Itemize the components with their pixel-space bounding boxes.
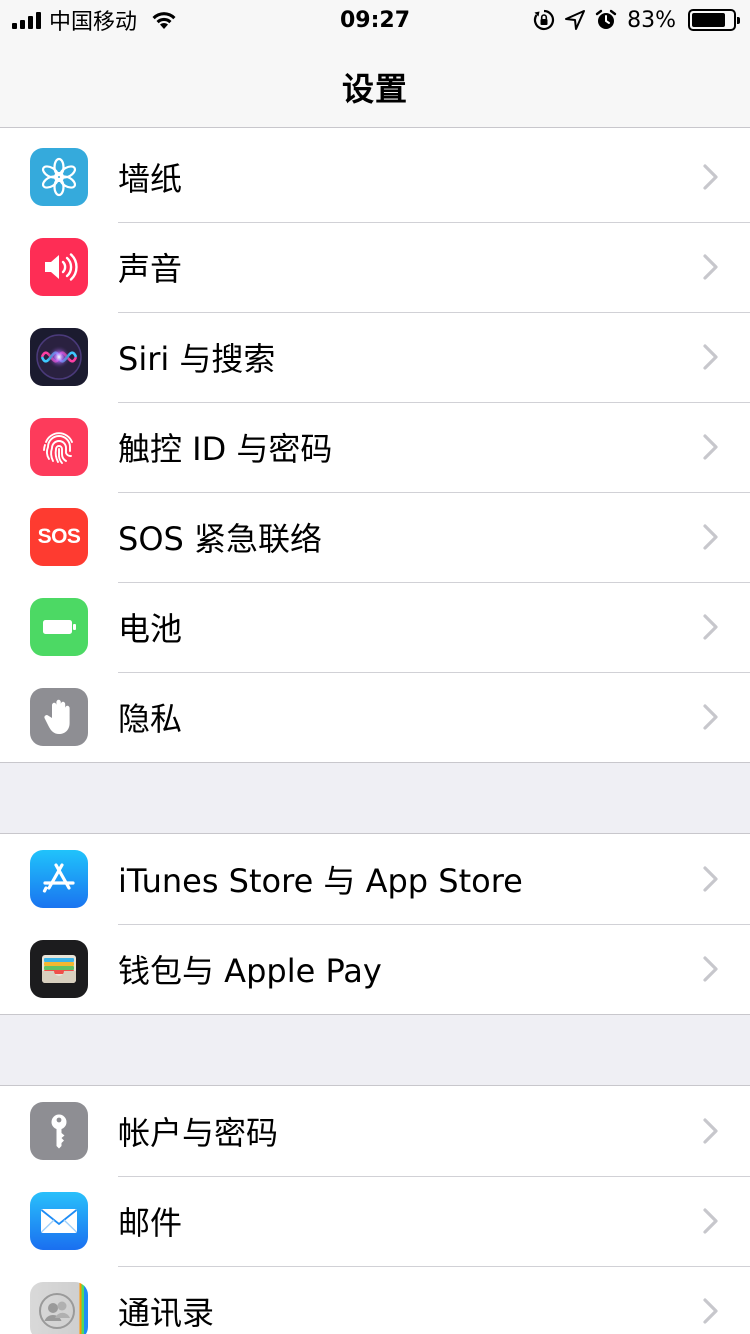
settings-row-mail[interactable]: 邮件 bbox=[0, 1176, 750, 1266]
status-right: 83% bbox=[533, 7, 740, 33]
chevron-right-icon bbox=[703, 956, 718, 982]
settings-row-privacy[interactable]: 隐私 bbox=[0, 672, 750, 762]
settings-group-general: 墙纸 声音 Siri 与搜索 触控 ID 与密码 SOS SOS 紧急联络 电池… bbox=[0, 128, 750, 763]
chevron-right-icon bbox=[703, 344, 718, 370]
settings-row-siri-search[interactable]: Siri 与搜索 bbox=[0, 312, 750, 402]
settings-row-itunes-app-store[interactable]: iTunes Store 与 App Store bbox=[0, 834, 750, 924]
chevron-right-icon bbox=[703, 614, 718, 640]
page-title: 设置 bbox=[341, 70, 408, 108]
settings-row-contacts[interactable]: 通讯录 bbox=[0, 1266, 750, 1334]
location-arrow-icon bbox=[565, 10, 586, 30]
settings-row-accounts-passwords[interactable]: 帐户与密码 bbox=[0, 1086, 750, 1176]
settings-row-label: 电池 bbox=[118, 610, 183, 648]
chevron-right-icon bbox=[703, 1208, 718, 1234]
settings-row-label: 帐户与密码 bbox=[118, 1114, 279, 1152]
settings-row-label: 邮件 bbox=[118, 1204, 183, 1242]
carrier-name: 中国移动 bbox=[49, 10, 138, 35]
settings-row-emergency-sos[interactable]: SOS SOS 紧急联络 bbox=[0, 492, 750, 582]
battery-fill bbox=[692, 13, 726, 27]
chevron-right-icon bbox=[703, 524, 718, 550]
settings-row-touch-id[interactable]: 触控 ID 与密码 bbox=[0, 402, 750, 492]
sos-icon-text: SOS bbox=[37, 525, 81, 548]
navigation-bar: 设置 bbox=[0, 40, 750, 128]
status-bar: 中国移动 09:27 83% bbox=[0, 0, 750, 40]
app-store-icon bbox=[30, 850, 88, 908]
chevron-right-icon bbox=[703, 254, 718, 280]
battery-icon bbox=[30, 598, 88, 656]
settings-row-wallpaper[interactable]: 墙纸 bbox=[0, 132, 750, 222]
wallet-icon bbox=[30, 940, 88, 998]
settings-row-label: 触控 ID 与密码 bbox=[118, 430, 333, 468]
siri-icon bbox=[30, 328, 88, 386]
settings-row-battery[interactable]: 电池 bbox=[0, 582, 750, 672]
settings-row-sounds[interactable]: 声音 bbox=[0, 222, 750, 312]
battery-status-icon bbox=[688, 9, 740, 31]
settings-list: 墙纸 声音 Siri 与搜索 触控 ID 与密码 SOS SOS 紧急联络 电池… bbox=[0, 128, 750, 1334]
settings-group-stores: iTunes Store 与 App Store 钱包与 Apple Pay bbox=[0, 833, 750, 1015]
chevron-right-icon bbox=[703, 434, 718, 460]
settings-row-wallet-apple-pay[interactable]: 钱包与 Apple Pay bbox=[0, 924, 750, 1014]
cellular-signal-icon bbox=[12, 11, 41, 29]
mail-envelope-icon bbox=[30, 1192, 88, 1250]
hand-icon bbox=[30, 688, 88, 746]
contacts-icon bbox=[30, 1282, 88, 1334]
settings-row-label: 通讯录 bbox=[118, 1294, 215, 1332]
status-left: 中国移动 bbox=[12, 4, 177, 36]
alarm-clock-icon bbox=[595, 9, 617, 29]
chevron-right-icon bbox=[703, 164, 718, 190]
chevron-right-icon bbox=[703, 1298, 718, 1324]
key-icon bbox=[30, 1102, 88, 1160]
settings-row-label: Siri 与搜索 bbox=[118, 340, 276, 378]
speaker-icon bbox=[30, 238, 88, 296]
sos-icon: SOS bbox=[30, 508, 88, 566]
wallpaper-flower-icon bbox=[30, 148, 88, 206]
fingerprint-icon bbox=[30, 418, 88, 476]
settings-row-label: 隐私 bbox=[118, 700, 183, 738]
chevron-right-icon bbox=[703, 1118, 718, 1144]
settings-row-label: 钱包与 Apple Pay bbox=[118, 952, 382, 990]
chevron-right-icon bbox=[703, 704, 718, 730]
battery-percentage: 83% bbox=[627, 7, 676, 33]
rotation-lock-icon bbox=[533, 9, 555, 31]
settings-row-label: SOS 紧急联络 bbox=[118, 520, 322, 558]
chevron-right-icon bbox=[703, 866, 718, 892]
settings-group-accounts: 帐户与密码 邮件 通讯录 bbox=[0, 1085, 750, 1334]
wifi-icon bbox=[152, 12, 176, 29]
settings-row-label: iTunes Store 与 App Store bbox=[118, 862, 523, 900]
settings-row-label: 墙纸 bbox=[118, 160, 183, 198]
settings-row-label: 声音 bbox=[118, 250, 183, 288]
